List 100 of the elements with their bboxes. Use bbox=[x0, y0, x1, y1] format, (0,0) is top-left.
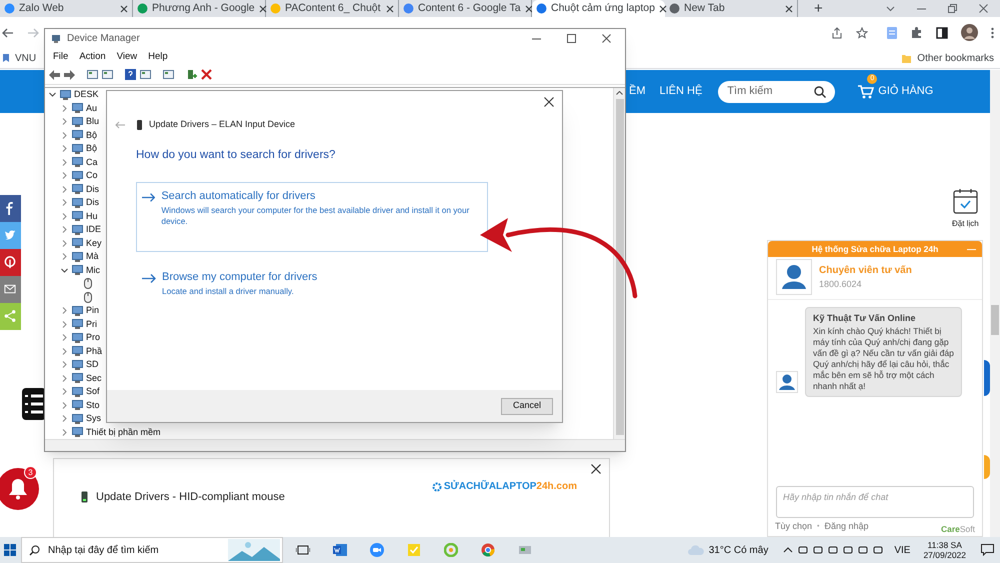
scrollbar[interactable] bbox=[613, 88, 625, 440]
tree-item[interactable]: Dis bbox=[86, 182, 99, 196]
chevron-icon[interactable] bbox=[49, 91, 56, 98]
puzzle-icon[interactable] bbox=[911, 26, 923, 38]
close-icon[interactable] bbox=[258, 4, 267, 12]
cancel-button[interactable]: Cancel bbox=[501, 398, 553, 414]
chat-link[interactable]: Tùy chọn bbox=[775, 520, 812, 534]
tree-item[interactable]: Bộ bbox=[86, 142, 98, 156]
menu-item[interactable]: View bbox=[116, 50, 138, 64]
tree-item[interactable]: Sof bbox=[86, 385, 100, 399]
minimize-icon[interactable] bbox=[917, 8, 926, 10]
tree-item[interactable]: Mà bbox=[86, 250, 99, 264]
close-icon[interactable] bbox=[524, 4, 533, 12]
close-icon[interactable] bbox=[386, 4, 394, 12]
chevron-down-icon[interactable] bbox=[886, 6, 895, 12]
search-field[interactable]: Nhập tại đây để tìm kiếm bbox=[21, 537, 283, 563]
notification-icon[interactable] bbox=[981, 544, 994, 556]
star-icon[interactable] bbox=[856, 26, 868, 38]
menu-icon[interactable] bbox=[991, 26, 994, 38]
menu-item[interactable]: File bbox=[53, 50, 68, 64]
share-button[interactable] bbox=[0, 249, 21, 276]
tree-item[interactable]: Sec bbox=[86, 372, 102, 386]
search-field[interactable]: Tìm kiếm bbox=[718, 80, 836, 102]
notification-bell[interactable]: 3 bbox=[0, 468, 39, 510]
close-icon[interactable] bbox=[544, 97, 554, 107]
device-icon bbox=[72, 252, 83, 262]
close-icon[interactable] bbox=[785, 4, 793, 12]
tree-item[interactable]: Dis bbox=[86, 196, 99, 210]
tree-item[interactable]: Hu bbox=[86, 210, 98, 224]
chevron-up-icon[interactable] bbox=[783, 545, 794, 555]
clock[interactable]: 11:38 SA 27/09/2022 bbox=[923, 540, 966, 560]
cart-link[interactable]: GIỎ HÀNG bbox=[858, 83, 934, 100]
back-arrow-icon[interactable] bbox=[49, 70, 60, 80]
tree-item[interactable]: Blu bbox=[86, 115, 100, 129]
tree-item[interactable]: Pri bbox=[86, 318, 97, 332]
share-button[interactable] bbox=[0, 195, 21, 222]
driver-option[interactable]: Browse my computer for drivers Locate and install a driver manually. bbox=[136, 264, 488, 298]
chat-link[interactable]: Đăng nhập bbox=[824, 520, 869, 534]
help-icon[interactable] bbox=[125, 69, 136, 80]
nav-link[interactable]: ỀM bbox=[629, 83, 646, 100]
other-bookmarks[interactable]: Other bookmarks bbox=[901, 50, 1000, 66]
tree-item[interactable]: Ca bbox=[86, 156, 98, 170]
tree-item[interactable]: Bộ bbox=[86, 128, 98, 142]
new-tab-button[interactable]: + bbox=[814, 1, 823, 16]
start-icon[interactable] bbox=[4, 544, 16, 556]
scrollbar[interactable] bbox=[990, 70, 1000, 537]
popup-title: Update Drivers - HID-compliant mouse bbox=[96, 490, 285, 505]
tree-item[interactable]: Key bbox=[86, 236, 102, 250]
round-button[interactable] bbox=[984, 360, 990, 396]
tree-item[interactable]: DESK bbox=[74, 88, 99, 102]
task-view-icon[interactable] bbox=[296, 543, 310, 557]
notification-count: 3 bbox=[24, 466, 37, 479]
share-button[interactable] bbox=[0, 276, 21, 303]
sidebar-icon[interactable] bbox=[936, 26, 948, 38]
maximize-icon[interactable] bbox=[567, 34, 576, 44]
forward-arrow-icon[interactable] bbox=[64, 70, 75, 80]
nav-link[interactable]: LIÊN HỆ bbox=[660, 83, 702, 100]
tree-item[interactable]: SD bbox=[86, 358, 99, 372]
device-icon bbox=[72, 346, 83, 356]
tree-item[interactable]: Au bbox=[86, 102, 98, 116]
booking-link[interactable]: Đặt lịch bbox=[952, 188, 979, 230]
language-indicator[interactable]: VIE bbox=[894, 542, 910, 558]
search-icon[interactable] bbox=[814, 86, 826, 98]
numbered-list-icon[interactable] bbox=[22, 388, 46, 420]
device-icon bbox=[72, 116, 83, 127]
driver-option[interactable]: Search automatically for drivers Windows will search your computer for the best available driver and install it on your device. bbox=[136, 182, 488, 252]
tree-item[interactable]: Mic bbox=[86, 264, 100, 278]
tree-item[interactable]: IDE bbox=[86, 223, 102, 237]
chevron-icon[interactable] bbox=[61, 266, 68, 274]
tree-item[interactable]: Pro bbox=[86, 331, 100, 345]
word-icon[interactable] bbox=[333, 543, 347, 557]
tab-title: PAContent 6_ Chuột bbox=[285, 0, 382, 16]
tree-item[interactable]: Pin bbox=[86, 304, 100, 318]
close-icon[interactable] bbox=[658, 4, 667, 12]
bookmark[interactable]: VNU bbox=[0, 50, 36, 66]
tree-item[interactable]: Sto bbox=[86, 398, 100, 412]
device-icon bbox=[81, 491, 88, 504]
tree-item[interactable]: Co bbox=[86, 169, 98, 183]
menu-item[interactable]: Action bbox=[79, 50, 106, 64]
share-icon[interactable] bbox=[831, 26, 843, 38]
arrow-right-icon bbox=[142, 274, 156, 284]
video-call-icon[interactable] bbox=[370, 543, 384, 557]
scrollbar-thumb[interactable] bbox=[616, 99, 624, 436]
back-icon[interactable] bbox=[2, 28, 14, 38]
tree-item[interactable]: Thiết bị phần mềm bbox=[86, 426, 161, 440]
restore-icon[interactable] bbox=[948, 4, 957, 13]
scroll-up-icon[interactable] bbox=[616, 91, 623, 96]
facebook-icon bbox=[4, 202, 16, 215]
browser-tab[interactable]: Chuột cảm ứng laptop bbox=[532, 0, 665, 17]
avatar-icon[interactable] bbox=[961, 24, 978, 41]
menu-item[interactable]: Help bbox=[148, 50, 168, 64]
minimize-icon[interactable] bbox=[532, 38, 541, 40]
close-icon[interactable] bbox=[120, 4, 128, 12]
chrome-icon[interactable] bbox=[481, 543, 495, 557]
tree-item[interactable]: Sys bbox=[86, 412, 102, 426]
close-icon[interactable] bbox=[602, 34, 611, 44]
remove-icon[interactable] bbox=[201, 69, 212, 80]
scrollbar-thumb[interactable] bbox=[991, 305, 999, 335]
tree-item[interactable]: Phầ bbox=[86, 344, 102, 358]
close-icon[interactable] bbox=[591, 464, 601, 474]
